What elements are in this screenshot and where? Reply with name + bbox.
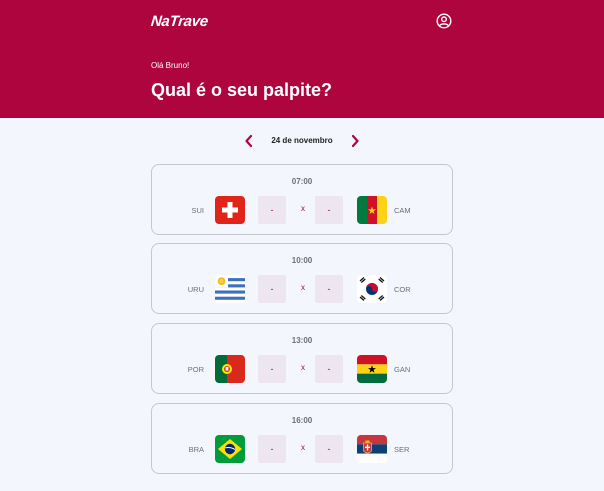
ghana-flag-icon (357, 355, 387, 383)
game-card: 13:00 POR x GAN (151, 323, 453, 394)
chevron-right-icon[interactable] (348, 133, 362, 149)
natrave-logo[interactable]: NaTrave (150, 13, 209, 30)
versus-label: x (301, 283, 305, 292)
game-card: 07:00 SUI x CAM (151, 164, 453, 235)
game-time: 16:00 (291, 416, 313, 425)
current-date: 24 de novembro (271, 136, 333, 145)
game-time: 10:00 (291, 256, 313, 265)
away-score-input[interactable] (315, 435, 343, 463)
brazil-flag-icon (215, 435, 245, 463)
away-score-input[interactable] (315, 196, 343, 224)
page-title: Qual é o seu palpite? (151, 80, 333, 100)
game-time: 13:00 (291, 336, 313, 345)
user-circle-icon[interactable] (436, 13, 452, 29)
date-navigator: 24 de novembro (0, 133, 604, 149)
switzerland-flag-icon (215, 196, 245, 224)
home-score-input[interactable] (258, 196, 286, 224)
uruguay-flag-icon (215, 275, 245, 303)
away-team-code: GAN (394, 365, 411, 374)
game-time: 07:00 (291, 177, 313, 186)
home-score-input[interactable] (258, 275, 286, 303)
greeting: Olá Bruno! (151, 61, 190, 70)
away-team-code: CAM (394, 206, 411, 215)
home-team-code: SUI (191, 206, 204, 215)
versus-label: x (301, 363, 305, 372)
home-score-input[interactable] (258, 355, 286, 383)
away-score-input[interactable] (315, 355, 343, 383)
away-score-input[interactable] (315, 275, 343, 303)
home-team-code: URU (187, 285, 204, 294)
away-team-code: COR (394, 285, 411, 294)
home-score-input[interactable] (258, 435, 286, 463)
home-team-code: POR (187, 365, 204, 374)
home-team-code: BRA (188, 445, 204, 454)
versus-label: x (301, 443, 305, 452)
away-team-code: SER (394, 445, 410, 454)
game-card: 10:00 URU x COR (151, 243, 453, 314)
portugal-flag-icon (215, 355, 245, 383)
cameroon-flag-icon (357, 196, 387, 224)
south-korea-flag-icon (357, 275, 387, 303)
versus-label: x (301, 204, 305, 213)
header: NaTrave Olá Bruno! Qual é o seu palpite? (0, 0, 604, 118)
serbia-flag-icon (357, 435, 387, 463)
game-card: 16:00 BRA x SER (151, 403, 453, 474)
